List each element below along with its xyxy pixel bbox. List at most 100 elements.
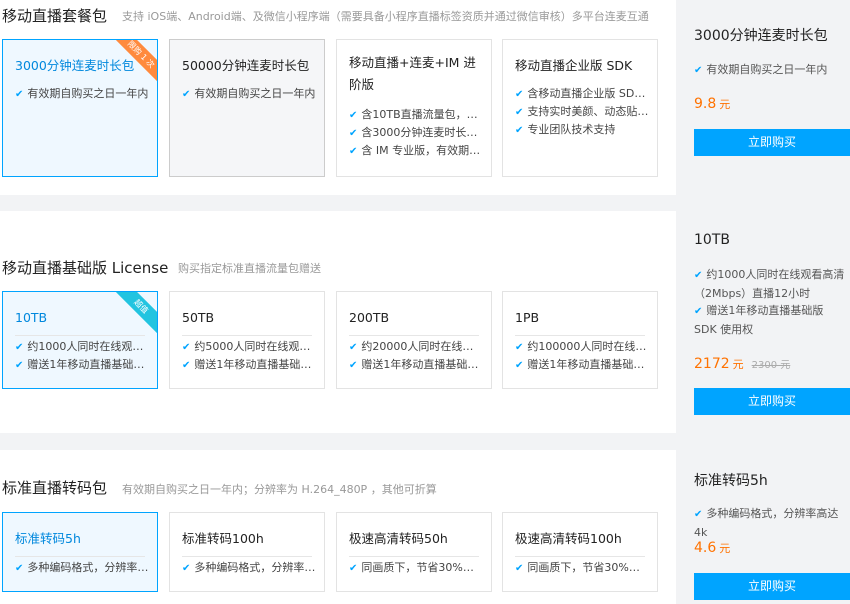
card-title: 移动直播+连麦+IM 进阶版 — [349, 55, 476, 92]
panel-price: 2172 元 2300 元 — [694, 356, 791, 372]
buy-button[interactable]: 立即购买 — [694, 129, 850, 156]
card-feature: ✔ 专业团队技术支持 — [515, 123, 616, 136]
card-feature: ✔ 有效期自购买之日一年内 — [182, 87, 316, 100]
panel-feature: ✔ 约1000人同时在线观看高清（2Mbps）直播12小时 — [694, 268, 845, 300]
card-title: 50TB — [182, 310, 215, 325]
card-feature: ✔多种编码格式，分辨率高达4k — [182, 561, 316, 574]
card-feature: ✔含10TB直播流量包，有效期自购买之日一年内 — [349, 108, 483, 121]
card-divider — [515, 335, 645, 336]
card-feature: ✔多种编码格式，分辨率高达4k — [15, 561, 149, 574]
check-icon: ✔ — [182, 563, 191, 574]
check-icon: ✔ — [182, 360, 191, 371]
package-section-live: 移动直播套餐包 支持 iOS端、Android端、及微信小程序端（需要具备小程序… — [0, 0, 850, 195]
check-icon: ✔ — [694, 306, 703, 317]
card-title: 极速高清转码50h — [349, 531, 448, 546]
card-divider — [182, 335, 312, 336]
card-feature: ✔ 同画质下，节省30%带宽 — [349, 561, 483, 574]
buy-button[interactable]: 立即购买 — [694, 388, 850, 415]
card-title: 极速高清转码100h — [515, 531, 622, 546]
section-title: 移动直播套餐包 — [2, 7, 108, 25]
check-icon: ✔ — [349, 146, 358, 157]
section-title: 移动直播基础版 License — [2, 259, 169, 277]
package-card-10tb[interactable]: 超值 10TB ✔约1000人同时在线观看高清 ✔赠送1年移动直播基础版 SDK — [2, 291, 158, 389]
check-icon: ✔ — [349, 563, 358, 574]
panel-title: 10TB — [694, 232, 730, 248]
card-feature: ✔含3000分钟连麦时长，有效期自购买之日一年内 — [349, 126, 483, 139]
check-icon: ✔ — [349, 360, 358, 371]
check-icon: ✔ — [694, 65, 703, 76]
check-icon: ✔ — [15, 342, 24, 353]
card-title: 200TB — [349, 310, 390, 325]
package-card-advanced[interactable]: 移动直播+连麦+IM 进阶版 ✔含10TB直播流量包，有效期自购买之日一年内 ✔… — [336, 39, 492, 177]
panel-feature: ✔ 有效期自购买之日一年内 — [694, 63, 828, 76]
original-price: 2300 元 — [751, 360, 791, 371]
card-title: 3000分钟连麦时长包 — [15, 58, 135, 73]
panel-feature: ✔ 多种编码格式，分辨率高达4k — [694, 507, 839, 539]
check-icon: ✔ — [349, 342, 358, 353]
card-title: 1PB — [515, 310, 540, 325]
card-feature: ✔约1000人同时在线观看高清 — [15, 340, 149, 353]
card-feature: ✔赠送1年移动直播基础版 SDK — [182, 358, 316, 371]
card-feature: ✔ 有效期自购买之日一年内 — [15, 87, 149, 100]
package-section-transcode: 标准直播转码包 有效期自购买之日一年内；分辨率为 H.264_480P ，其他可… — [0, 450, 850, 604]
card-divider — [349, 556, 479, 557]
check-icon: ✔ — [182, 342, 191, 353]
card-feature: ✔含 IM 专业版，有效期1个月 — [349, 144, 483, 157]
card-feature: ✔ 同画质下，节省30%带宽 — [515, 561, 649, 574]
card-feature: ✔约20000人同时在线观看高清 — [349, 340, 483, 353]
card-divider — [349, 335, 479, 336]
package-card-hd-transcode-50h[interactable]: 极速高清转码50h ✔ 同画质下，节省30%带宽 — [336, 512, 492, 592]
check-icon: ✔ — [694, 509, 703, 520]
package-card-transcode-5h[interactable]: 标准转码5h ✔多种编码格式，分辨率高达4k — [2, 512, 158, 592]
card-feature: ✔支持实时美颜、动态贴纸等功能 — [515, 105, 649, 118]
check-icon: ✔ — [515, 125, 524, 136]
purchase-panel: 10TB ✔ 约1000人同时在线观看高清（2Mbps）直播12小时 ✔ 赠送1年移… — [676, 211, 850, 433]
panel-feature: ✔ 赠送1年移动直播基础版 SDK 使用权 — [694, 304, 824, 336]
package-card-3000min[interactable]: 限购 1 次 3000分钟连麦时长包 ✔ 有效期自购买之日一年内 — [2, 39, 158, 177]
package-card-transcode-100h[interactable]: 标准转码100h ✔多种编码格式，分辨率高达4k — [169, 512, 325, 592]
purchase-panel: 3000分钟连麦时长包 ✔ 有效期自购买之日一年内 9.8 元 立即购买 — [676, 0, 850, 195]
section-subtitle: 有效期自购买之日一年内；分辨率为 H.264_480P ，其他可折算 — [122, 483, 437, 496]
check-icon: ✔ — [349, 128, 358, 139]
panel-title: 3000分钟连麦时长包 — [694, 28, 828, 44]
buy-button[interactable]: 立即购买 — [694, 573, 850, 600]
section-title: 标准直播转码包 — [2, 479, 108, 497]
check-icon: ✔ — [15, 563, 24, 574]
package-card-50tb[interactable]: 50TB ✔约5000人同时在线观看高清 ✔赠送1年移动直播基础版 SDK — [169, 291, 325, 389]
package-card-200tb[interactable]: 200TB ✔约20000人同时在线观看高清 ✔赠送1年移动直播基础版 SDK — [336, 291, 492, 389]
check-icon: ✔ — [515, 89, 524, 100]
card-title: 移动直播企业版 SDK — [515, 58, 633, 73]
card-feature: ✔赠送1年移动直播基础版 SDK — [349, 358, 483, 371]
card-title: 标准转码5h — [15, 531, 81, 546]
purchase-panel: 标准转码5h ✔ 多种编码格式，分辨率高达4k 4.6 元 立即购买 — [676, 450, 850, 604]
section-subtitle: 购买指定标准直播流量包赠送 — [178, 262, 321, 275]
check-icon: ✔ — [15, 89, 24, 100]
card-feature: ✔赠送1年移动直播基础版 SDK — [15, 358, 149, 371]
check-icon: ✔ — [515, 563, 524, 574]
package-card-enterprise-sdk[interactable]: 移动直播企业版 SDK ✔含移动直播企业版 SDK 使用权 ✔支持实时美颜、动态… — [502, 39, 658, 177]
card-title: 50000分钟连麦时长包 — [182, 58, 310, 73]
check-icon: ✔ — [515, 342, 524, 353]
package-section-license: 移动直播基础版 License 购买指定标准直播流量包赠送 超值 10TB ✔ 约… — [0, 211, 850, 433]
check-icon: ✔ — [515, 360, 524, 371]
card-feature: ✔含移动直播企业版 SDK 使用权 — [515, 87, 649, 100]
card-feature: ✔约100000人同时在线观看高清 — [515, 340, 649, 353]
card-divider — [515, 556, 645, 557]
check-icon: ✔ — [15, 360, 24, 371]
package-card-hd-transcode-100h[interactable]: 极速高清转码100h ✔ 同画质下，节省30%带宽 — [502, 512, 658, 592]
card-title: 10TB — [15, 310, 48, 325]
card-title: 标准转码100h — [182, 531, 264, 546]
panel-title: 标准转码5h — [694, 473, 768, 489]
card-feature: ✔赠送1年移动直播基础版 SDK — [515, 358, 649, 371]
package-card-50000min[interactable]: 50000分钟连麦时长包 ✔ 有效期自购买之日一年内 — [169, 39, 325, 177]
card-divider — [15, 335, 145, 336]
check-icon: ✔ — [349, 110, 358, 121]
card-divider — [182, 556, 312, 557]
check-icon: ✔ — [694, 270, 703, 281]
section-subtitle: 支持 iOS端、Android端、及微信小程序端（需要具备小程序直播标签资质并通… — [122, 10, 649, 23]
panel-price: 9.8 元 — [694, 96, 731, 112]
card-feature: ✔约5000人同时在线观看高清 — [182, 340, 316, 353]
panel-price: 4.6 元 — [694, 540, 731, 556]
card-divider — [15, 556, 145, 557]
package-card-1pb[interactable]: 1PB ✔约100000人同时在线观看高清 ✔赠送1年移动直播基础版 SDK — [502, 291, 658, 389]
